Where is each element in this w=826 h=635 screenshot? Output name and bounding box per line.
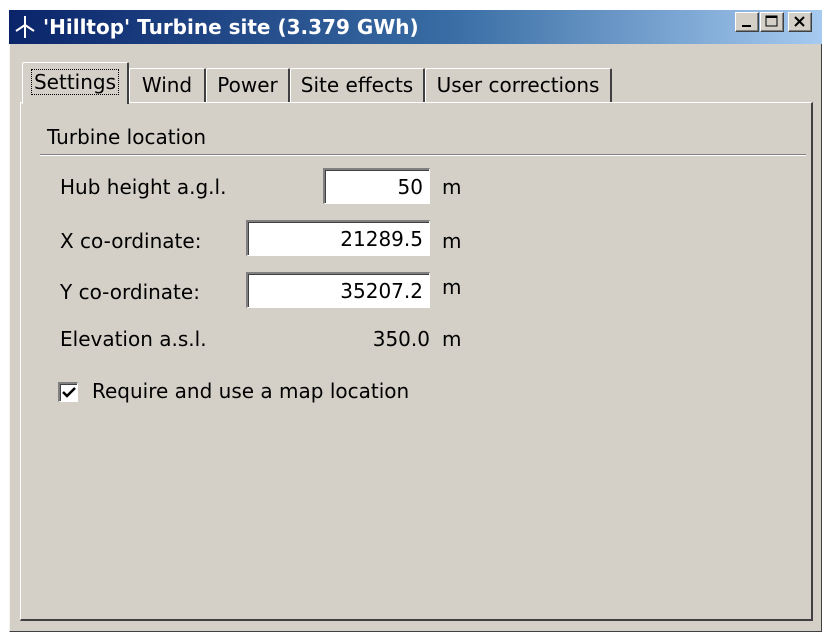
close-button[interactable] bbox=[788, 12, 812, 32]
elevation-value: 350.0 bbox=[372, 327, 430, 351]
tab-settings[interactable]: Settings bbox=[22, 62, 129, 104]
tab-site-effects-label: Site effects bbox=[300, 73, 414, 97]
close-icon bbox=[794, 16, 805, 27]
x-coordinate-label: X co-ordinate: bbox=[60, 229, 202, 253]
y-coordinate-label: Y co-ordinate: bbox=[60, 280, 200, 304]
elevation-label: Elevation a.s.l. bbox=[60, 327, 207, 351]
checkmark-icon bbox=[62, 387, 76, 398]
tab-settings-label: Settings bbox=[30, 69, 120, 95]
tab-power[interactable]: Power bbox=[206, 68, 290, 102]
minimize-icon bbox=[742, 25, 751, 27]
elevation-unit: m bbox=[442, 327, 462, 351]
hub-height-label: Hub height a.g.l. bbox=[60, 175, 227, 199]
map-location-label[interactable]: Require and use a map location bbox=[92, 379, 409, 403]
y-coordinate-input[interactable]: 35207.2 bbox=[246, 272, 430, 308]
x-coordinate-input[interactable]: 21289.5 bbox=[246, 220, 430, 256]
hub-height-input[interactable]: 50 bbox=[323, 168, 430, 204]
tab-power-label: Power bbox=[217, 73, 278, 97]
tab-site-effects[interactable]: Site effects bbox=[290, 68, 425, 102]
hub-height-unit: m bbox=[442, 175, 462, 199]
tab-user-corrections-label: User corrections bbox=[436, 73, 600, 97]
title-bar[interactable]: 'Hilltop' Turbine site (3.379 GWh) bbox=[9, 10, 822, 44]
y-coordinate-unit: m bbox=[442, 275, 462, 299]
tab-user-corrections[interactable]: User corrections bbox=[425, 68, 612, 102]
wind-turbine-icon bbox=[15, 16, 35, 38]
maximize-icon bbox=[765, 15, 778, 27]
maximize-button[interactable] bbox=[760, 12, 784, 32]
tab-wind-label: Wind bbox=[141, 73, 193, 97]
window-title: 'Hilltop' Turbine site (3.379 GWh) bbox=[43, 15, 419, 39]
tab-wind[interactable]: Wind bbox=[129, 68, 206, 102]
group-divider-highlight bbox=[40, 155, 806, 156]
minimize-button[interactable] bbox=[735, 12, 759, 32]
x-coordinate-unit: m bbox=[442, 229, 462, 253]
turbine-location-group-title: Turbine location bbox=[47, 125, 207, 149]
map-location-checkbox[interactable] bbox=[58, 382, 78, 402]
